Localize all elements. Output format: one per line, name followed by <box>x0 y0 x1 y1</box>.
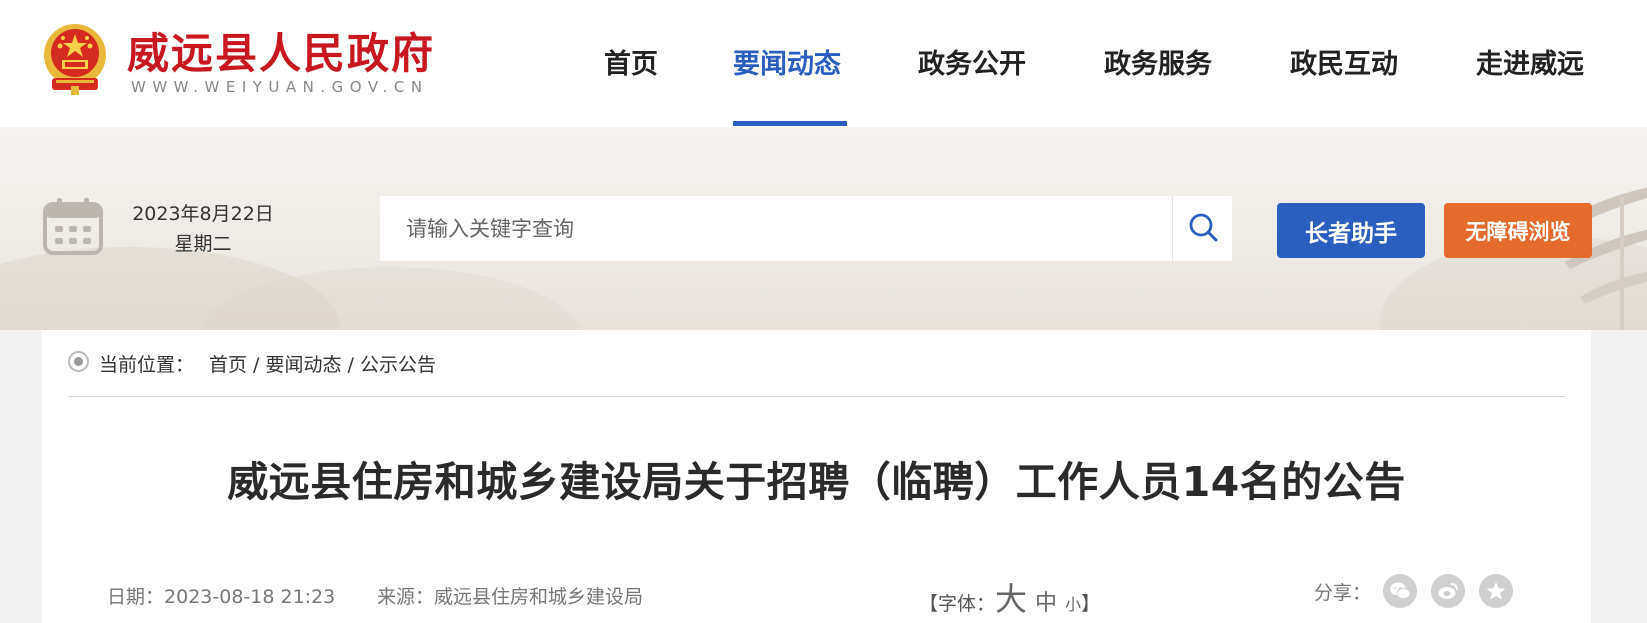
nav-news[interactable]: 要闻动态 <box>733 42 841 81</box>
site-header: 威远县人民政府 WWW.WEIYUAN.GOV.CN 首页 要闻动态 政务公开 … <box>0 0 1647 127</box>
breadcrumb: 首页 / 要闻动态 / 公示公告 <box>209 350 436 377</box>
nav-gov-service[interactable]: 政务服务 <box>1104 42 1212 81</box>
calendar-icon <box>42 196 104 256</box>
nav-interaction[interactable]: 政民互动 <box>1290 42 1398 81</box>
font-size-large[interactable]: 大 <box>995 580 1027 618</box>
current-date: 2023年8月22日 <box>132 203 274 225</box>
accessibility-button[interactable]: 无障碍浏览 <box>1444 203 1592 258</box>
nav-about[interactable]: 走进威远 <box>1476 42 1584 81</box>
search-input[interactable] <box>380 196 1170 261</box>
site-title[interactable]: 威远县人民政府 <box>127 20 435 81</box>
favorite-star-icon[interactable] <box>1479 574 1513 608</box>
breadcrumb-notices[interactable]: 公示公告 <box>360 354 436 376</box>
source-value: 威远县住房和城乡建设局 <box>434 586 644 608</box>
breadcrumb-news[interactable]: 要闻动态 <box>266 354 342 376</box>
weibo-icon[interactable] <box>1431 574 1465 608</box>
breadcrumb-separator: / <box>247 354 266 376</box>
elder-assistant-button[interactable]: 长者助手 <box>1277 203 1425 258</box>
article-source: 来源：威远县住房和城乡建设局 <box>377 582 643 609</box>
search-button[interactable] <box>1172 196 1232 261</box>
article-title: 威远县住房和城乡建设局关于招聘（临聘）工作人员14名的公告 <box>227 458 1406 506</box>
font-size-close: 】 <box>1081 593 1101 615</box>
source-label: 来源： <box>377 586 435 608</box>
search-box <box>380 196 1232 261</box>
date-value: 2023-08-18 21:23 <box>164 586 336 608</box>
nav-active-indicator <box>733 121 847 126</box>
breadcrumb-separator: / <box>341 354 360 376</box>
share-label: 分享： <box>1314 582 1372 604</box>
font-size-medium[interactable]: 中 <box>1035 591 1057 616</box>
divider <box>68 396 1565 397</box>
location-dot-icon <box>68 351 89 372</box>
nav-gov-open[interactable]: 政务公开 <box>918 42 1026 81</box>
date-label: 日期： <box>107 586 165 608</box>
wechat-icon[interactable] <box>1383 574 1417 608</box>
font-size-small[interactable]: 小 <box>1065 595 1081 614</box>
font-size-control: 【字体：大中小】 <box>919 574 1100 620</box>
nav-home[interactable]: 首页 <box>604 42 658 81</box>
current-weekday: 星期二 <box>174 233 232 255</box>
site-url: WWW.WEIYUAN.GOV.CN <box>131 78 429 96</box>
national-emblem-icon[interactable] <box>40 22 110 96</box>
search-icon <box>1188 212 1218 246</box>
breadcrumb-label: 当前位置： <box>99 354 195 376</box>
article-date: 日期：2023-08-18 21:23 <box>107 582 335 609</box>
article-container: 当前位置： 首页 / 要闻动态 / 公示公告 威远县住房和城乡建设局关于招聘（临… <box>42 330 1591 623</box>
font-size-label: 【字体： <box>919 593 996 615</box>
breadcrumb-home[interactable]: 首页 <box>209 354 247 376</box>
